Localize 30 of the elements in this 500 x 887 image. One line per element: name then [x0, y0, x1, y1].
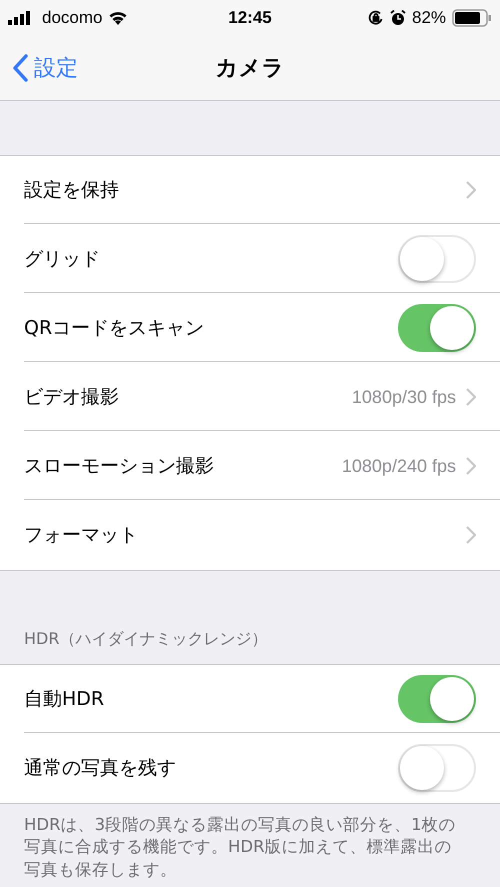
setting-label: スローモーション撮影 [24, 454, 215, 479]
toggle-switch[interactable] [398, 304, 476, 352]
setting-label: グリッド [24, 247, 101, 272]
section-header: HDR（ハイダイナミックレンジ） [23, 628, 268, 650]
battery-percent: 82% [412, 8, 446, 28]
alarm-icon [390, 10, 406, 26]
status-time: 12:45 [228, 8, 272, 28]
chevron-icon [466, 181, 476, 199]
back-chevron-icon [12, 54, 28, 82]
chevron-icon [466, 526, 476, 544]
chevron-icon [466, 388, 476, 406]
setting-value: 1080p/240 fps [342, 456, 456, 476]
battery-icon [452, 8, 492, 26]
section-footer: HDRは、3段階の異なる露出の写真の良い部分を、1枚の写真に合成する機能です。HDR版に加えて、標準露出の写真も保存します。 [0, 804, 500, 881]
toggle-switch[interactable] [398, 235, 476, 283]
toggle-switch[interactable] [398, 675, 476, 723]
chevron-icon [466, 457, 476, 475]
setting-label: フォーマット [24, 523, 139, 548]
setting-label: 通常の写真を残す [24, 756, 177, 781]
back-button[interactable]: 設定 [0, 52, 78, 82]
setting-label: 自動HDR [24, 687, 106, 712]
setting-label: 設定を保持 [24, 178, 120, 203]
setting-label: QRコードをスキャン [24, 316, 206, 341]
wifi-icon [108, 10, 128, 25]
page-title: カメラ [216, 54, 284, 82]
carrier-name: docomo [42, 8, 102, 28]
setting-label: ビデオ撮影 [24, 385, 120, 410]
rotation-lock-icon [368, 10, 384, 26]
toggle-switch[interactable] [398, 744, 476, 792]
setting-value: 1080p/30 fps [352, 386, 456, 408]
